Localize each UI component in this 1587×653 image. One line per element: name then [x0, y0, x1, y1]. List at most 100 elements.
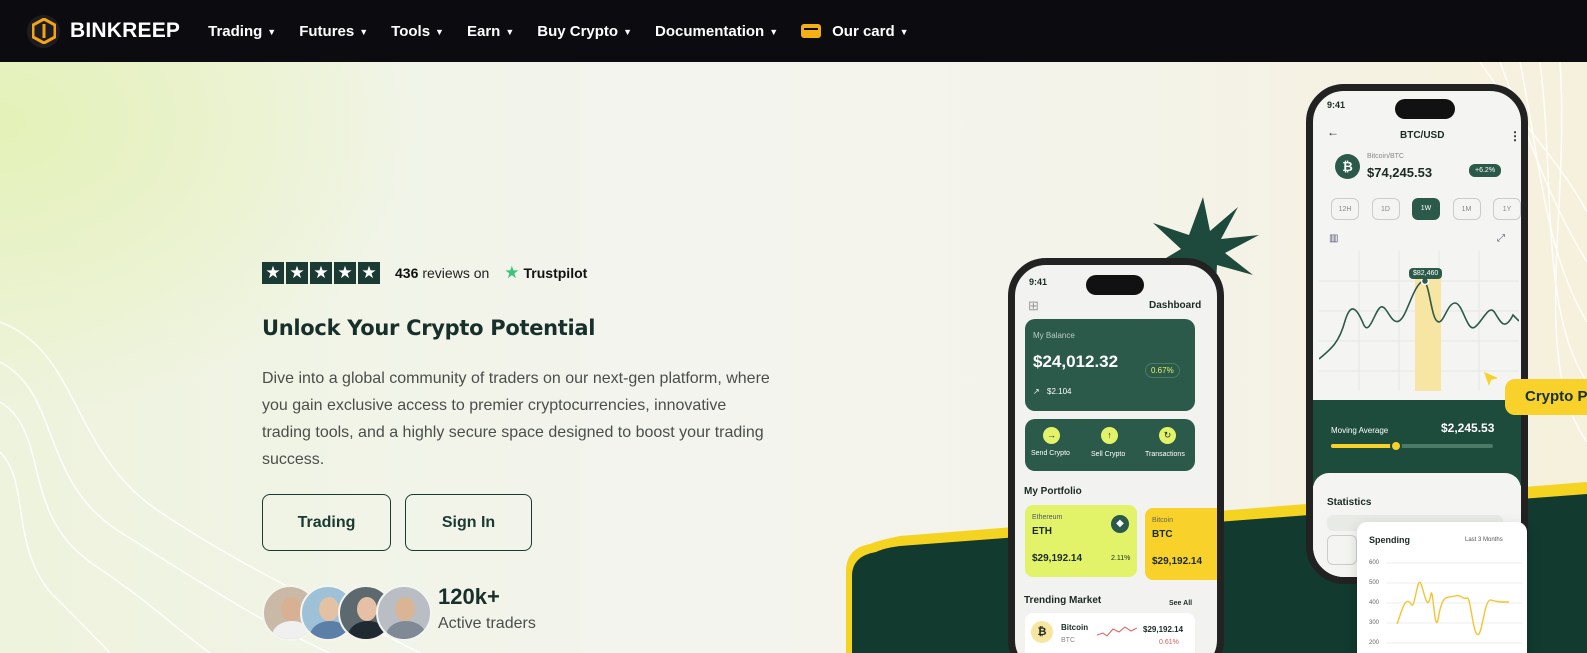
- nav-our-card[interactable]: Our card ▼: [801, 22, 909, 40]
- chevron-down-icon: ▼: [359, 27, 369, 37]
- y-tick: 300: [1369, 620, 1380, 626]
- balance-value: $24,012.32: [1033, 352, 1119, 371]
- nav-tools[interactable]: Tools ▼: [391, 23, 444, 40]
- chevron-down-icon: ▼: [899, 27, 909, 37]
- badge-label: Crypto P: [1525, 388, 1587, 405]
- range-12h[interactable]: 12H: [1331, 198, 1359, 220]
- chevron-down-icon: ▼: [435, 27, 444, 37]
- statistics-title: Statistics: [1327, 497, 1372, 508]
- btc-symbol: BTC: [1152, 529, 1173, 540]
- trending-change: 0.61%: [1159, 639, 1179, 646]
- crypto-callout-badge: Crypto P: [1505, 379, 1587, 415]
- trending-sparkline: [1097, 626, 1137, 637]
- action-sell[interactable]: Sell Crypto: [1091, 451, 1125, 458]
- hero-section: ★ ★ ★ ★ ★ 436 reviews on ★ Trustpilot Un…: [0, 62, 1587, 653]
- star-icon: ★: [358, 262, 380, 284]
- spending-card: Spending Last 3 Months 600 500 400 300 2…: [1357, 522, 1527, 653]
- nav-label: Our card: [832, 22, 895, 40]
- status-time: 9:41: [1327, 100, 1346, 110]
- transactions-refresh-icon[interactable]: ↻: [1159, 427, 1176, 444]
- phone-chart-mockup: 9:41 ← BTC/USD ⋮ ₿ Bitcoin/BTC $74,245.5…: [1306, 84, 1528, 584]
- trending-name: Bitcoin: [1061, 623, 1089, 632]
- range-1w[interactable]: 1W: [1412, 198, 1440, 220]
- eth-price: $29,192.14: [1032, 553, 1083, 564]
- btc-price: $29,192.14: [1152, 556, 1203, 567]
- spending-line-chart: [1387, 562, 1523, 644]
- balance-card: My Balance $24,012.32 0.67% ↗ $2.104: [1025, 319, 1195, 411]
- review-count: 436: [395, 265, 419, 281]
- portfolio-card-eth[interactable]: Ethereum ETH ◆ $29,192.14 2.11%: [1025, 505, 1137, 577]
- send-arrow-icon[interactable]: →: [1043, 427, 1060, 444]
- see-all-link[interactable]: See All: [1169, 600, 1192, 607]
- nav-earn[interactable]: Earn ▼: [467, 23, 514, 40]
- y-tick: 400: [1369, 600, 1380, 606]
- coin-name: Bitcoin/BTC: [1367, 153, 1404, 160]
- expand-icon[interactable]: ⤢: [1497, 233, 1505, 244]
- status-time: 9:41: [1029, 277, 1048, 287]
- trend-up-icon: ↗: [1033, 387, 1040, 396]
- trader-avatars: [262, 585, 432, 641]
- action-send[interactable]: Send Crypto: [1031, 450, 1070, 457]
- sign-in-button[interactable]: Sign In: [405, 494, 532, 551]
- credit-card-icon: [801, 24, 822, 38]
- portfolio-title: My Portfolio: [1024, 486, 1082, 497]
- ma-value: $2,245.53: [1441, 421, 1495, 435]
- nav-label: Trading: [208, 22, 263, 40]
- trending-price: $29,192.14: [1143, 625, 1184, 634]
- nav-buy-crypto[interactable]: Buy Crypto ▼: [537, 23, 632, 40]
- pair-title: BTC/USD: [1400, 130, 1445, 141]
- phone-dashboard-mockup: 9:41 ⊞ Dashboard My Balance $24,012.32 0…: [1008, 258, 1224, 653]
- back-arrow-icon[interactable]: ←: [1327, 125, 1339, 139]
- portfolio-card-btc[interactable]: Bitcoin BTC $29,192.14: [1145, 508, 1217, 580]
- nav-label: Futures: [299, 22, 355, 40]
- top-navbar: BINKREEP Trading ▼ Futures ▼ Tools ▼ Earn ▼ …: [0, 0, 1587, 62]
- nav-label: Documentation: [655, 22, 765, 40]
- sell-arrow-icon[interactable]: ↑: [1101, 427, 1118, 444]
- chevron-down-icon: ▼: [267, 27, 277, 37]
- balance-label: My Balance: [1033, 331, 1075, 340]
- balance-change-badge: 0.67%: [1145, 363, 1180, 378]
- traders-count: 120k+: [438, 584, 500, 609]
- star-icon: ★: [334, 262, 356, 284]
- nav-futures[interactable]: Futures ▼: [299, 23, 368, 40]
- balance-gain: $2.104: [1047, 387, 1072, 396]
- ma-slider-handle[interactable]: [1389, 440, 1402, 452]
- more-options-icon[interactable]: ⋮: [1509, 129, 1521, 143]
- nav-label: Buy Crypto: [537, 22, 619, 40]
- spending-period: Last 3 Months: [1465, 537, 1503, 543]
- trending-row-bitcoin[interactable]: ₿ Bitcoin BTC $29,192.14 0.61%: [1025, 613, 1195, 653]
- bitcoin-icon: ₿: [1335, 154, 1360, 179]
- nav-documentation[interactable]: Documentation ▼: [655, 23, 778, 40]
- action-transactions[interactable]: Transactions: [1145, 451, 1185, 458]
- rating-stars: ★ ★ ★ ★ ★: [262, 262, 380, 284]
- range-1m[interactable]: 1M: [1452, 198, 1481, 220]
- price-change-badge: +6.2%: [1469, 164, 1502, 177]
- range-1d[interactable]: 1D: [1371, 198, 1400, 220]
- star-icon: ★: [262, 262, 284, 284]
- traders-label: Active traders: [438, 615, 536, 632]
- hero-title: Unlock Your Crypto Potential: [262, 316, 596, 340]
- ma-label: Moving Average: [1331, 426, 1389, 435]
- hero-description: Dive into a global community of traders …: [262, 370, 770, 468]
- brand-logo[interactable]: BINKREEP: [27, 14, 180, 48]
- ma-slider-fill: [1331, 444, 1396, 448]
- eth-name: Ethereum: [1032, 514, 1063, 521]
- trading-button[interactable]: Trading: [262, 494, 391, 551]
- range-1y[interactable]: 1Y: [1493, 198, 1521, 220]
- eth-symbol: ETH: [1032, 526, 1052, 537]
- chevron-down-icon: ▼: [505, 27, 515, 37]
- y-tick: 200: [1369, 640, 1380, 646]
- trustpilot-brand[interactable]: Trustpilot: [524, 265, 588, 281]
- spending-title: Spending: [1369, 535, 1410, 545]
- nav-trading[interactable]: Trading ▼: [208, 23, 276, 40]
- trustpilot-star-icon: ★: [504, 263, 520, 282]
- trending-title: Trending Market: [1024, 595, 1102, 606]
- review-text: reviews on: [422, 265, 490, 281]
- grid-menu-icon: ⊞: [1028, 298, 1039, 313]
- candlestick-icon[interactable]: ▥: [1329, 233, 1338, 244]
- dashboard-title: Dashboard: [1149, 300, 1202, 311]
- nav-label: Tools: [391, 22, 431, 40]
- coin-price: $74,245.53: [1367, 165, 1433, 180]
- y-tick: 500: [1369, 580, 1380, 586]
- eth-change: 2.11%: [1111, 555, 1131, 562]
